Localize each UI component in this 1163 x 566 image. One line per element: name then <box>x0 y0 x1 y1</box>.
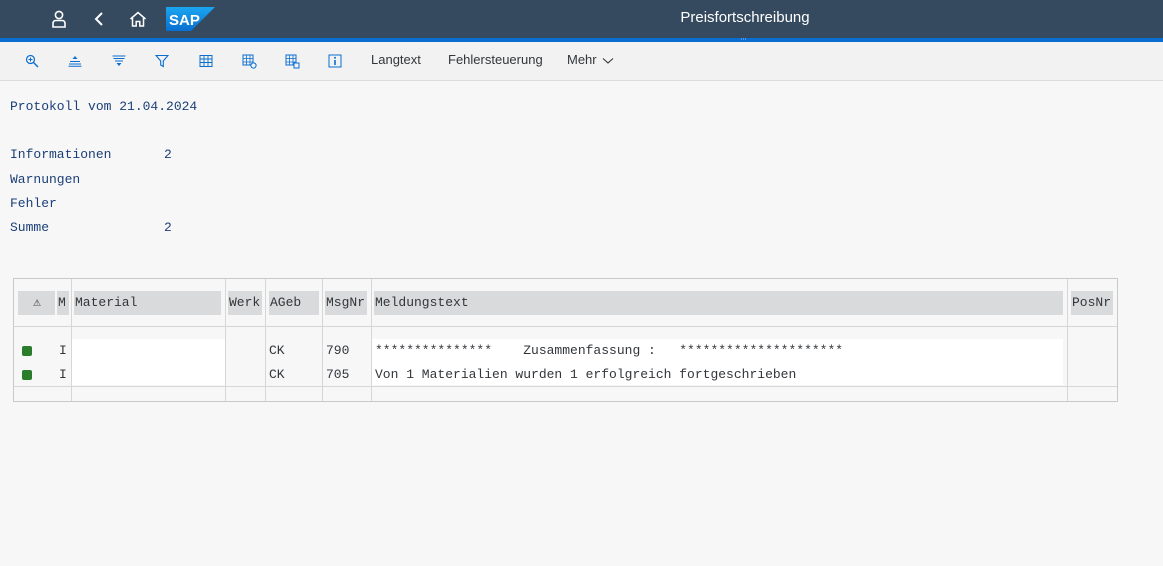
stat-label-fehler: Fehler <box>10 196 57 211</box>
mehr-menu-button[interactable]: Mehr <box>567 42 614 80</box>
user-icon[interactable] <box>46 6 72 32</box>
header-ageb[interactable]: AGeb <box>269 291 319 315</box>
header-msgnr[interactable]: MsgNr <box>325 291 367 315</box>
chevron-down-icon <box>602 43 614 78</box>
stat-label-summe: Summe <box>10 220 50 235</box>
sort-ascending-icon[interactable] <box>63 50 87 72</box>
shell-bar: SAP Preisfortschreibung <box>0 0 1163 38</box>
mehr-label: Mehr <box>567 52 597 67</box>
cell-ageb: CK <box>269 367 285 382</box>
header-meldungstext[interactable]: Meldungstext <box>374 291 1063 315</box>
status-ok-icon <box>22 370 32 380</box>
sap-logo[interactable]: SAP <box>166 7 215 31</box>
cell-meldungstext: *************** Zusammenfassung : ******… <box>375 343 844 358</box>
header-posnr[interactable]: PosNr <box>1071 291 1113 315</box>
column-divider <box>225 279 226 401</box>
column-divider <box>71 279 72 401</box>
page-title: Preisfortschreibung <box>680 9 810 26</box>
filter-icon[interactable] <box>150 50 174 72</box>
column-divider <box>371 279 372 401</box>
header-material[interactable]: Material <box>74 291 221 315</box>
stat-label-informationen: Informationen <box>10 147 112 162</box>
column-divider <box>265 279 266 401</box>
back-icon[interactable] <box>86 6 112 32</box>
column-divider <box>322 279 323 401</box>
fehlersteuerung-button[interactable]: Fehlersteuerung <box>448 42 543 80</box>
stat-value-informationen: 2 <box>164 147 172 162</box>
header-divider <box>14 326 1117 327</box>
cell-msgnr: 705 <box>326 367 350 382</box>
protocol-title: Protokoll vom 21.04.2024 <box>10 99 198 114</box>
message-table: ⚠ M Material Werk AGeb MsgNr Meldungstex… <box>13 278 1118 402</box>
table-icon[interactable] <box>194 50 218 72</box>
application-toolbar: Langtext Fehlersteuerung Mehr <box>0 42 1163 81</box>
stat-value-summe: 2 <box>164 220 172 235</box>
stat-label-warnungen: Warnungen <box>10 172 81 187</box>
zoom-icon[interactable] <box>20 50 44 72</box>
info-icon[interactable] <box>323 50 347 72</box>
cell-ageb: CK <box>269 343 285 358</box>
material-cell-bg <box>72 339 226 385</box>
home-icon[interactable] <box>125 6 151 32</box>
footer-divider <box>14 386 1117 387</box>
warning-icon: ⚠ <box>33 295 41 310</box>
svg-text:SAP: SAP <box>169 12 200 29</box>
table-export-icon[interactable] <box>280 50 304 72</box>
cell-meldungstext: Von 1 Materialien wurden 1 erfolgreich f… <box>375 367 797 382</box>
column-divider <box>1067 279 1068 401</box>
table-settings-icon[interactable] <box>237 50 261 72</box>
cell-msgnr: 790 <box>326 343 350 358</box>
header-werk[interactable]: Werk <box>228 291 262 315</box>
status-ok-icon <box>22 346 32 356</box>
header-status[interactable]: ⚠ <box>18 291 55 315</box>
cell-m: I <box>59 367 67 382</box>
sort-descending-icon[interactable] <box>107 50 131 72</box>
header-m[interactable]: M <box>57 291 69 315</box>
cell-m: I <box>59 343 67 358</box>
langtext-button[interactable]: Langtext <box>371 42 421 80</box>
